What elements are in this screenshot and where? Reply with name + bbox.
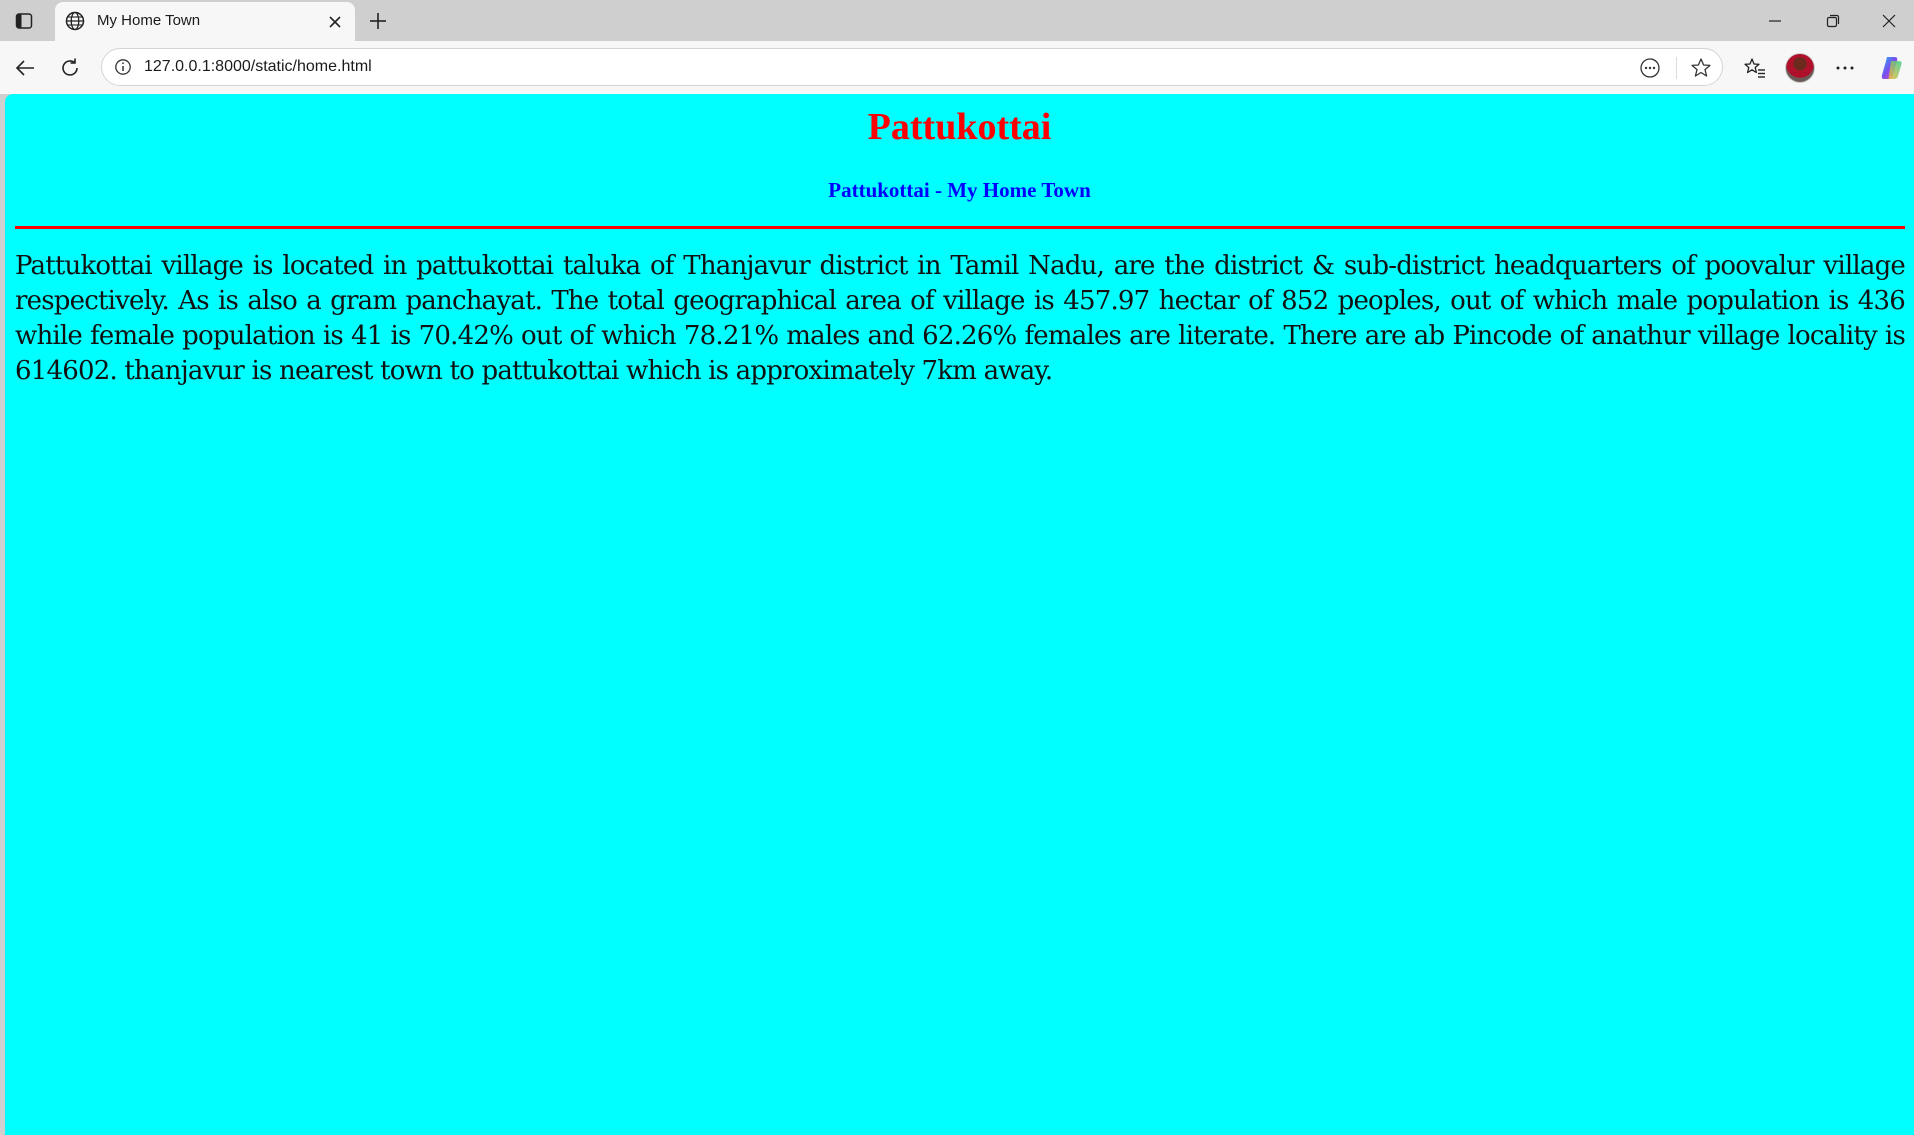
restore-icon <box>1826 14 1840 28</box>
refresh-icon <box>62 58 78 76</box>
window-close-button[interactable] <box>1866 6 1912 36</box>
page-viewport: Pattukottai Pattukottai - My Home Town P… <box>5 94 1914 1135</box>
new-tab-button[interactable] <box>364 7 392 35</box>
tab-actions-button[interactable] <box>10 8 38 34</box>
reading-mode-icon <box>1640 58 1660 78</box>
favorite-button[interactable] <box>1688 55 1714 81</box>
site-info-button[interactable] <box>112 56 134 78</box>
profile-avatar[interactable] <box>1785 53 1815 83</box>
address-url[interactable]: 127.0.0.1:8000/static/home.html <box>144 58 372 76</box>
minimize-icon <box>1769 20 1781 22</box>
page-title: Pattukottai <box>867 106 1052 148</box>
browser-toolbar: 127.0.0.1:8000/static/home.html <box>0 41 1914 94</box>
favorites-button[interactable] <box>1740 53 1770 83</box>
divider-rule <box>15 226 1905 229</box>
window-close-icon <box>1882 14 1896 28</box>
copilot-icon[interactable] <box>1878 54 1906 82</box>
refresh-button[interactable] <box>55 53 85 83</box>
tab-title: My Home Town <box>97 12 201 29</box>
favorites-list-icon <box>1744 58 1765 78</box>
tab-active[interactable]: My Home Town <box>55 2 355 41</box>
minimize-button[interactable] <box>1752 6 1798 36</box>
site-info-icon <box>115 59 131 75</box>
globe-icon <box>65 11 85 31</box>
address-bar[interactable]: 127.0.0.1:8000/static/home.html <box>101 48 1723 86</box>
back-arrow-icon <box>15 60 34 76</box>
tab-close-button[interactable] <box>323 10 347 34</box>
restore-button[interactable] <box>1810 6 1856 36</box>
plus-icon <box>370 13 386 29</box>
tab-actions-icon <box>15 13 33 29</box>
tab-strip: My Home Town <box>0 0 1914 41</box>
favorite-star-icon <box>1691 58 1711 77</box>
back-button[interactable] <box>10 53 40 83</box>
close-icon <box>329 16 341 28</box>
reading-mode-button[interactable] <box>1637 55 1663 81</box>
more-menu-button[interactable] <box>1830 53 1860 83</box>
page-subtitle: Pattukottai - My Home Town <box>828 178 1091 202</box>
town-description-paragraph: Pattukottai village is located in pattuk… <box>15 251 1906 386</box>
browser-window: My Home Town 127.0.0.1:8000/static/home.… <box>0 0 1914 1135</box>
more-menu-icon <box>1836 66 1854 70</box>
address-divider <box>1676 57 1677 79</box>
